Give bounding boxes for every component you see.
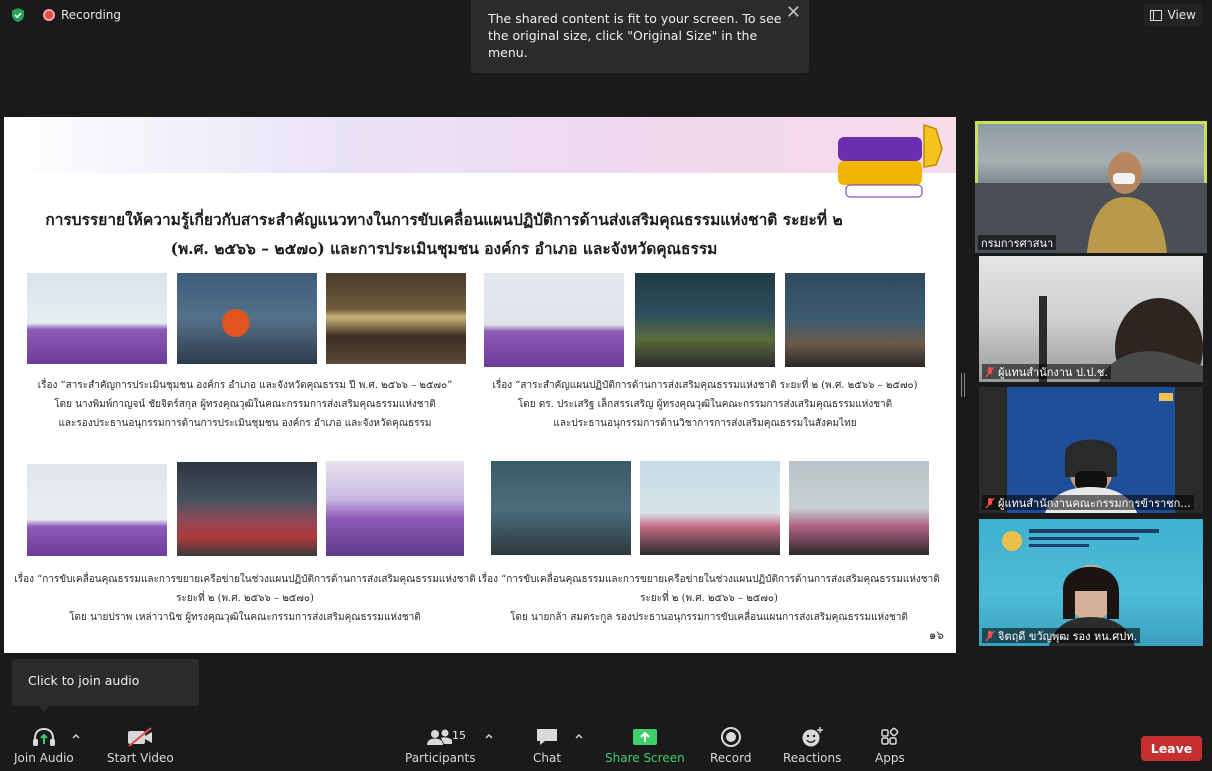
- participant-video: [975, 152, 1207, 253]
- recording-indicator[interactable]: Recording: [43, 7, 121, 23]
- participants-icon: [427, 729, 453, 745]
- chat-button[interactable]: Chat: [533, 726, 561, 765]
- event-photo: [640, 461, 780, 555]
- event-photo: [27, 464, 167, 556]
- shield-check-icon[interactable]: [10, 7, 26, 23]
- apps-button[interactable]: Apps: [875, 726, 905, 765]
- participant-name: กรมการศาสนา: [978, 235, 1057, 250]
- event-photo: [326, 461, 464, 556]
- slide-header-band: [4, 117, 956, 173]
- headphones-icon: [32, 727, 55, 746]
- participant-name-label: ผู้แทนสำนักงาน ป.ป.ช.: [998, 365, 1108, 379]
- chevron-up-icon[interactable]: [574, 732, 584, 740]
- reactions-icon: [802, 727, 824, 747]
- event-photo: [326, 273, 466, 364]
- start-video-label: Start Video: [107, 751, 174, 765]
- participant-name: ผู้แทนสำนักงาน ป.ป.ช.: [982, 364, 1111, 379]
- photo-caption: เรื่อง “การขับเคลื่อนคุณธรรมและการขยายเค…: [14, 574, 476, 623]
- start-video-button[interactable]: Start Video: [107, 726, 174, 765]
- slide-title: การบรรยายให้ความรู้เกี่ยวกับสาระสำคัญแนว…: [44, 205, 844, 263]
- notice-text: The shared content is fit to your screen…: [488, 11, 782, 60]
- participants-label: Participants: [405, 751, 476, 765]
- close-icon[interactable]: ✕: [786, 4, 801, 22]
- participants-count: 15: [452, 729, 466, 742]
- tooltip-text: Click to join audio: [28, 673, 140, 688]
- zoom-meeting-window: Recording The shared content is fit to y…: [0, 0, 1212, 771]
- apps-icon: [881, 727, 899, 745]
- chat-label: Chat: [533, 751, 562, 765]
- join-audio-label: Join Audio: [14, 751, 74, 765]
- photo-caption: เรื่อง “สาระสำคัญการประเมินชุมชน องค์กร …: [37, 380, 453, 429]
- photo-caption: เรื่อง “สาระสำคัญแผนปฏิบัติการด้านการส่ง…: [492, 380, 918, 429]
- participant-name-label: กรมการศาสนา: [981, 236, 1054, 250]
- leave-button[interactable]: Leave: [1141, 736, 1202, 761]
- video-tile[interactable]: ผู้แทนสำนักงานคณะกรรมการข้าราชก...: [979, 387, 1203, 513]
- muted-mic-icon: [985, 497, 995, 508]
- event-photo: [785, 273, 925, 367]
- record-icon: [720, 727, 741, 747]
- event-photo: [27, 273, 167, 364]
- chat-icon: [537, 729, 558, 745]
- event-photo: [635, 273, 775, 367]
- event-photo: [789, 461, 929, 555]
- slide-title-line1: การบรรยายให้ความรู้เกี่ยวกับสาระสำคัญแนว…: [45, 210, 843, 229]
- participant-name-label: จิตฤดี ขวัญพุฒ รอง หน.ศปท.: [998, 629, 1138, 643]
- video-tile[interactable]: จิตฤดี ขวัญพุฒ รอง หน.ศปท.: [979, 519, 1203, 646]
- slide-title-line2: (พ.ศ. ๒๕๖๖ – ๒๕๗๐) และการประเมินชุมชน อง…: [170, 239, 718, 258]
- shared-screen-slide: การบรรยายให้ความรู้เกี่ยวกับสาระสำคัญแนว…: [4, 117, 956, 653]
- share-screen-icon: [632, 729, 657, 745]
- record-button[interactable]: Record: [710, 726, 751, 765]
- apps-label: Apps: [875, 751, 905, 765]
- panel-resize-handle[interactable]: [961, 373, 965, 397]
- join-audio-tooltip: Click to join audio: [12, 659, 199, 712]
- video-tile[interactable]: กรมการศาสนา: [975, 121, 1207, 253]
- event-photo: [484, 273, 624, 367]
- participant-name: จิตฤดี ขวัญพุฒ รอง หน.ศปท.: [982, 628, 1141, 643]
- recording-dot-icon: [43, 9, 55, 21]
- recording-label: Recording: [61, 8, 122, 22]
- share-screen-button[interactable]: Share Screen: [605, 726, 685, 765]
- video-tile[interactable]: ผู้แทนสำนักงาน ป.ป.ช.: [979, 256, 1203, 382]
- event-photo: [177, 273, 317, 364]
- event-photo: [491, 461, 631, 555]
- fit-to-screen-notice: The shared content is fit to your screen…: [471, 0, 809, 73]
- view-layout-icon: [1149, 9, 1162, 21]
- reactions-button[interactable]: Reactions: [783, 726, 841, 765]
- reactions-label: Reactions: [783, 751, 842, 765]
- record-label: Record: [710, 751, 752, 765]
- share-screen-label: Share Screen: [605, 751, 685, 765]
- view-label: View: [1167, 8, 1196, 22]
- participant-name-label: ผู้แทนสำนักงานคณะกรรมการข้าราชก...: [998, 496, 1191, 510]
- meeting-toolbar: Join Audio Start Video Participants 15 C…: [0, 720, 1212, 771]
- chevron-up-icon[interactable]: [71, 732, 81, 740]
- video-off-icon: [128, 727, 153, 747]
- muted-mic-icon: [985, 630, 995, 641]
- participant-video: [1002, 529, 1159, 646]
- participant-name: ผู้แทนสำนักงานคณะกรรมการข้าราชก...: [982, 495, 1194, 510]
- join-audio-button[interactable]: Join Audio: [14, 726, 74, 765]
- campaign-logo: [838, 123, 943, 198]
- view-button[interactable]: View: [1143, 4, 1202, 26]
- event-photo: [177, 462, 317, 556]
- photo-caption: เรื่อง “การขับเคลื่อนคุณธรรมและการขยายเค…: [478, 574, 940, 623]
- muted-mic-icon: [985, 366, 995, 377]
- slide-page-number: ๑๖: [928, 628, 944, 642]
- chevron-up-icon[interactable]: [484, 732, 494, 740]
